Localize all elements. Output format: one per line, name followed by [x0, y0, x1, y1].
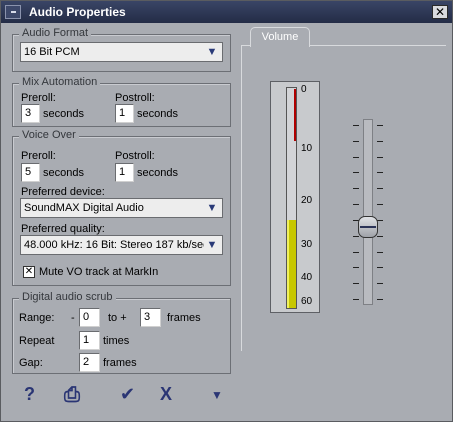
slider-tick	[353, 267, 359, 268]
slider-tick	[353, 125, 359, 126]
repeat-label: Repeat	[19, 335, 55, 347]
mix-postroll-input[interactable]: 1	[115, 104, 134, 123]
audio-format-legend: Audio Format	[19, 27, 92, 39]
cancel-icon[interactable]: X	[160, 384, 172, 404]
slider-tick	[377, 141, 383, 142]
slider-tick	[377, 267, 383, 268]
volume-peak-indicator	[294, 89, 296, 141]
preferred-quality-value: 48.000 kHz: 16 Bit: Stereo 187 kb/sec	[24, 239, 209, 251]
slider-tick	[353, 299, 359, 300]
vo-postroll-input[interactable]: 1	[115, 163, 134, 182]
slider-tick	[353, 252, 359, 253]
range-unit: frames	[167, 312, 201, 324]
title-bar[interactable]: Audio Properties ✕	[1, 1, 452, 23]
more-arrow-icon[interactable]: ▼	[211, 388, 223, 408]
slider-tick	[353, 157, 359, 158]
gap-unit: frames	[103, 357, 137, 369]
repeat-input[interactable]: 1	[79, 331, 100, 350]
voice-over-legend: Voice Over	[19, 129, 79, 141]
vo-preroll-label: Preroll:	[21, 150, 56, 162]
mix-postroll-unit: seconds	[137, 108, 178, 120]
meter-scale-10: 10	[301, 143, 313, 154]
vo-postroll-unit: seconds	[137, 167, 178, 179]
slider-tick	[377, 188, 383, 189]
mix-preroll-label: Preroll:	[21, 92, 56, 104]
gap-input[interactable]: 2	[79, 353, 100, 372]
slider-tick	[353, 141, 359, 142]
slider-tick	[377, 157, 383, 158]
meter-scale-20: 20	[301, 195, 313, 206]
meter-scale-60: 60	[301, 296, 313, 307]
mute-vo-label: Mute VO track at MarkIn	[39, 266, 159, 278]
mute-vo-checkbox[interactable]: ✕	[23, 266, 35, 278]
range-from-input[interactable]: 0	[79, 308, 100, 327]
meter-scale-30: 30	[301, 239, 313, 250]
slider-tick	[377, 125, 383, 126]
audio-properties-window: Audio Properties ✕ Audio Format 16 Bit P…	[0, 0, 453, 422]
dropdown-arrow-icon: ▼	[204, 238, 220, 252]
slider-tick	[377, 204, 383, 205]
mix-preroll-input[interactable]: 3	[21, 104, 40, 123]
slider-tick	[353, 204, 359, 205]
slider-tick	[377, 283, 383, 284]
vo-preroll-input[interactable]: 5	[21, 163, 40, 182]
vo-postroll-label: Postroll:	[115, 150, 155, 162]
system-menu-icon[interactable]	[5, 5, 21, 19]
range-label: Range:	[19, 312, 55, 324]
preferred-quality-label: Preferred quality:	[21, 223, 105, 235]
volume-slider-track[interactable]	[363, 119, 373, 305]
print-icon[interactable]: ⎙	[64, 384, 80, 406]
close-button[interactable]: ✕	[432, 5, 448, 19]
dropdown-arrow-icon: ▼	[204, 201, 220, 215]
slider-tick	[353, 172, 359, 173]
slider-tick	[377, 299, 383, 300]
range-minus: -	[71, 312, 75, 324]
vo-preroll-unit: seconds	[43, 167, 84, 179]
mix-automation-legend: Mix Automation	[19, 76, 101, 88]
audio-format-value: 16 Bit PCM	[24, 46, 80, 58]
slider-tick	[377, 236, 383, 237]
mix-preroll-unit: seconds	[43, 108, 84, 120]
slider-tick	[377, 252, 383, 253]
window-title: Audio Properties	[29, 5, 126, 19]
slider-tick	[353, 188, 359, 189]
range-to-label: to +	[108, 312, 127, 324]
help-icon[interactable]: ?	[24, 384, 35, 404]
slider-tick	[377, 172, 383, 173]
audio-format-select[interactable]: 16 Bit PCM ▼	[20, 42, 223, 62]
preferred-device-label: Preferred device:	[21, 186, 105, 198]
tab-volume[interactable]: Volume	[250, 27, 310, 47]
check-icon[interactable]: ✔	[120, 384, 135, 404]
slider-tick	[353, 283, 359, 284]
preferred-quality-select[interactable]: 48.000 kHz: 16 Bit: Stereo 187 kb/sec ▼	[20, 235, 223, 255]
slider-tick	[353, 236, 359, 237]
digital-scrub-legend: Digital audio scrub	[19, 291, 116, 303]
volume-meter-fill	[287, 220, 296, 308]
gap-label: Gap:	[19, 357, 43, 369]
meter-scale-40: 40	[301, 272, 313, 283]
mix-postroll-label: Postroll:	[115, 92, 155, 104]
preferred-device-select[interactable]: SoundMAX Digital Audio ▼	[20, 198, 223, 218]
volume-slider-thumb[interactable]	[358, 216, 378, 238]
preferred-device-value: SoundMAX Digital Audio	[24, 202, 144, 214]
range-to-input[interactable]: 3	[140, 308, 161, 327]
meter-scale-0: 0	[301, 84, 307, 95]
dropdown-arrow-icon: ▼	[204, 45, 220, 59]
repeat-unit: times	[103, 335, 130, 347]
